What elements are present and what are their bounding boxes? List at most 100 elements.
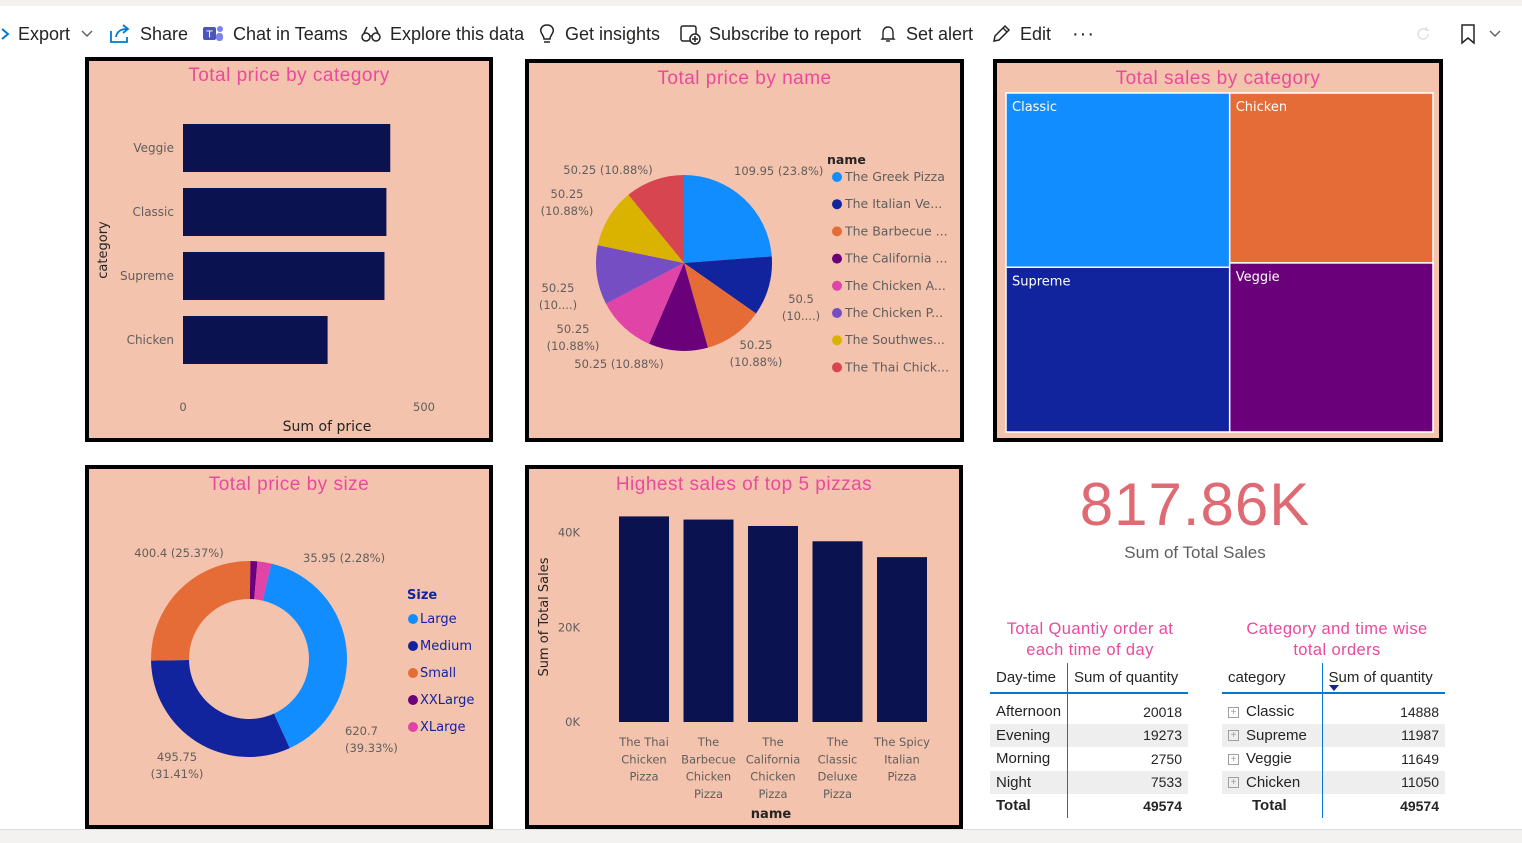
table-row[interactable]: + Classic 14888 bbox=[1222, 700, 1445, 724]
chevron-down-icon bbox=[81, 30, 93, 37]
expand-icon[interactable]: + bbox=[1228, 777, 1239, 789]
treemap-tile bbox=[1005, 92, 1231, 269]
x-tick-label: 0 bbox=[179, 400, 186, 414]
price-by-name-chart: name 109.95 (23.8%) 50.5 (10....) 50.25 (10.… bbox=[539, 152, 949, 374]
column-header[interactable]: category bbox=[1222, 663, 1323, 694]
legend-item: The Southwes... bbox=[844, 332, 945, 347]
bookmark-icon bbox=[1461, 24, 1475, 45]
bar bbox=[812, 541, 863, 722]
row-header: + Veggie bbox=[1222, 747, 1323, 771]
column-header-sorted[interactable]: Sum of quantity bbox=[1322, 663, 1445, 694]
bookmark-button[interactable] bbox=[1458, 20, 1506, 48]
time-of-day-table[interactable]: Day-time Sum of quantity Afternoon 20018 … bbox=[990, 663, 1188, 818]
lightbulb-icon bbox=[540, 24, 554, 43]
top5-pizzas-panel[interactable]: Highest sales of top 5 pizzas Sum of Tot… bbox=[525, 465, 963, 829]
bar bbox=[877, 557, 927, 722]
more-options-button[interactable]: ··· bbox=[1072, 20, 1095, 48]
x-tick-label-line: Classic bbox=[818, 752, 858, 766]
set-alert-button[interactable]: Set alert bbox=[878, 20, 973, 48]
table-row[interactable]: Afternoon 20018 bbox=[990, 700, 1188, 724]
table-row[interactable]: Night 7533 bbox=[990, 770, 1188, 794]
price-by-category-chart: category Sum of price 0 500 Veggie Classi… bbox=[96, 124, 435, 435]
price-by-name-panel[interactable]: Total price by name name 109.95 (23.8%) 5… bbox=[525, 59, 964, 442]
table-row[interactable]: + Supreme 11987 bbox=[1222, 723, 1445, 747]
bar bbox=[183, 188, 387, 236]
chat-in-teams-label: Chat in Teams bbox=[233, 23, 348, 44]
legend-marker bbox=[832, 362, 842, 373]
y-tick-label: 40K bbox=[558, 526, 581, 540]
legend-item: The Chicken A... bbox=[844, 278, 946, 293]
y-tick-label: Classic bbox=[132, 205, 174, 219]
data-label: 35.95 (2.28%) bbox=[303, 551, 385, 565]
data-label: 50.5 (10....) bbox=[782, 292, 820, 323]
data-label-line: (10.88%) bbox=[541, 204, 594, 218]
explore-data-button[interactable]: Explore this data bbox=[360, 20, 524, 48]
refresh-button[interactable] bbox=[1414, 20, 1432, 48]
y-tick-label: Chicken bbox=[127, 333, 174, 347]
table-row[interactable]: Evening 19273 bbox=[990, 723, 1188, 747]
data-label: 400.4 (25.37%) bbox=[134, 546, 223, 560]
subscribe-button[interactable]: Subscribe to report bbox=[679, 20, 861, 48]
data-label: 620.7 (39.33%) bbox=[345, 724, 398, 755]
legend-marker bbox=[832, 335, 842, 346]
category-matrix[interactable]: category Sum of quantity + Classic 14888 +… bbox=[1222, 663, 1445, 818]
share-icon bbox=[110, 24, 130, 43]
total-sales-kpi-card[interactable]: 817.86K Sum of Total Sales bbox=[1040, 470, 1350, 563]
bar bbox=[183, 252, 385, 300]
chat-in-teams-button[interactable]: T Chat in Teams bbox=[201, 20, 348, 48]
legend-item: The Barbecue ... bbox=[844, 223, 948, 238]
row-label: Night bbox=[990, 770, 1069, 794]
data-label-line: 50.25 bbox=[542, 281, 575, 295]
price-by-category-panel[interactable]: Total price by category category Sum of … bbox=[85, 57, 493, 442]
price-by-size-panel[interactable]: Total price by size Size 620.7 (39.33%) 49… bbox=[85, 465, 493, 829]
legend-item: Medium bbox=[420, 639, 472, 654]
x-tick-label-line: Pizza bbox=[694, 787, 723, 801]
donut-slice bbox=[151, 561, 251, 661]
title-line: Category and time wise bbox=[1246, 620, 1428, 638]
expand-icon[interactable]: + bbox=[1228, 706, 1239, 718]
x-tick-label-line: Deluxe bbox=[818, 770, 858, 784]
x-tick-label-line: The bbox=[761, 735, 783, 749]
data-label: 50.25 (10....) bbox=[539, 281, 577, 312]
category-table-title: Category and time wise total orders bbox=[1226, 619, 1448, 661]
title-line: each time of day bbox=[1026, 641, 1154, 659]
share-button[interactable]: Share bbox=[108, 20, 188, 48]
set-alert-label: Set alert bbox=[906, 23, 974, 44]
expand-icon[interactable]: + bbox=[1228, 730, 1239, 742]
data-label-line: (10....) bbox=[782, 309, 820, 323]
data-label: 50.25 (10.88%) bbox=[541, 187, 594, 218]
column-header[interactable]: Day-time bbox=[990, 663, 1069, 694]
legend-title: Size bbox=[407, 588, 437, 603]
table-row[interactable]: + Veggie 11649 bbox=[1222, 747, 1445, 771]
expand-icon[interactable]: + bbox=[1228, 753, 1239, 765]
x-tick-label-line: California bbox=[746, 752, 801, 766]
bar bbox=[183, 124, 391, 172]
get-insights-button[interactable]: Get insights bbox=[537, 20, 660, 48]
x-tick-label: The Spicy Italian Pizza bbox=[873, 735, 930, 784]
data-label: 50.25 (10.88%) bbox=[574, 357, 663, 371]
edit-button[interactable]: Edit bbox=[990, 20, 1051, 48]
table-row[interactable]: + Chicken 11050 bbox=[1222, 770, 1445, 794]
svg-text:T: T bbox=[205, 30, 213, 41]
row-value: 11987 bbox=[1322, 723, 1445, 747]
x-tick-label-line: The bbox=[697, 735, 719, 749]
row-header: + Chicken bbox=[1222, 770, 1323, 794]
legend-marker bbox=[832, 226, 842, 237]
share-label: Share bbox=[140, 23, 189, 44]
table-row[interactable]: Morning 2750 bbox=[990, 747, 1188, 771]
legend-item: The California ... bbox=[844, 251, 947, 266]
data-label-line: 50.25 bbox=[557, 322, 590, 336]
data-label-line: (39.33%) bbox=[345, 741, 398, 755]
subscribe-label: Subscribe to report bbox=[709, 23, 862, 44]
row-value: 20018 bbox=[1143, 703, 1182, 720]
sales-by-category-panel[interactable]: Total sales by category Classic Chicken Su… bbox=[993, 59, 1443, 442]
data-label-line: (10.88%) bbox=[730, 355, 783, 369]
tile-label: Classic bbox=[1012, 100, 1057, 115]
tile-label: Veggie bbox=[1236, 270, 1280, 285]
x-tick-label: The Classic Deluxe Pizza bbox=[818, 735, 858, 801]
export-button[interactable]: Export bbox=[0, 20, 106, 48]
column-header[interactable]: Sum of quantity bbox=[1067, 663, 1188, 694]
bar bbox=[619, 516, 669, 722]
row-value: 19273 bbox=[1067, 723, 1188, 747]
total-row: Total 49574 bbox=[990, 794, 1188, 818]
